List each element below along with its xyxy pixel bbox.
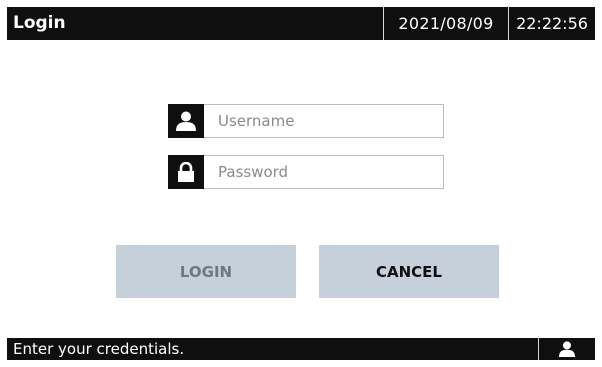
username-input[interactable] bbox=[204, 104, 444, 138]
header-divider bbox=[383, 7, 384, 40]
cancel-button[interactable]: CANCEL bbox=[319, 245, 499, 298]
user-icon bbox=[168, 104, 204, 138]
password-input[interactable] bbox=[204, 155, 444, 189]
user-button[interactable] bbox=[539, 338, 595, 360]
username-field bbox=[168, 104, 444, 138]
login-button[interactable]: LOGIN bbox=[116, 245, 296, 298]
status-message: Enter your credentials. bbox=[13, 340, 185, 358]
login-screen: Login 2021/08/09 22:22:56 LOGIN CANCEL E… bbox=[7, 7, 595, 360]
time-display: 22:22:56 bbox=[516, 14, 588, 33]
password-field bbox=[168, 155, 444, 189]
header-bar: Login 2021/08/09 22:22:56 bbox=[7, 7, 595, 40]
page-title: Login bbox=[13, 13, 66, 33]
user-icon bbox=[559, 341, 575, 357]
date-display: 2021/08/09 bbox=[398, 14, 494, 33]
status-bar: Enter your credentials. bbox=[7, 338, 595, 360]
lock-icon bbox=[168, 155, 204, 189]
